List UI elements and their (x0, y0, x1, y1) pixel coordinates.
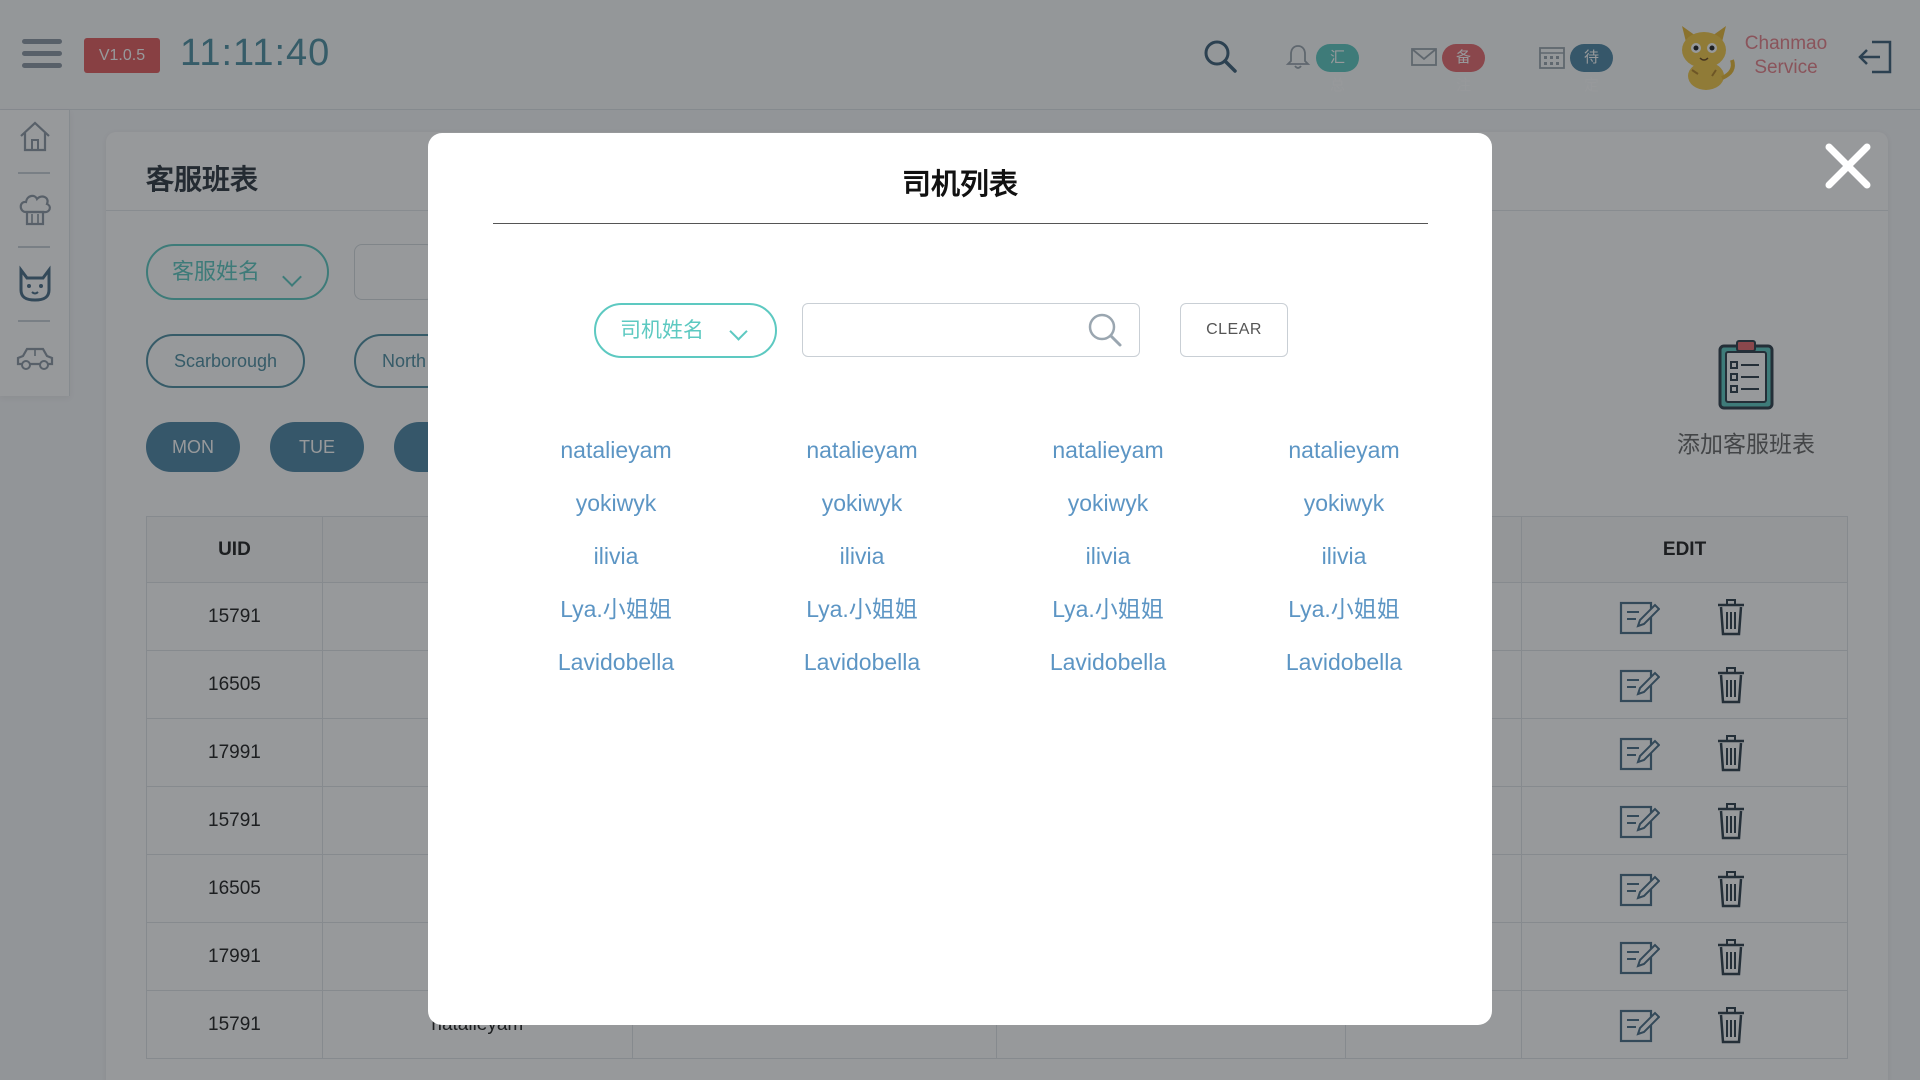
driver-list-item[interactable]: natalieyam (1226, 429, 1462, 472)
driver-list-item[interactable]: Lya.小姐姐 (1226, 588, 1462, 631)
driver-list-item[interactable]: Lavidobella (1226, 641, 1462, 684)
driver-list-item[interactable]: Lya.小姐姐 (990, 588, 1226, 631)
chevron-down-icon (729, 322, 748, 341)
driver-list-item[interactable]: natalieyam (734, 429, 990, 472)
clear-button[interactable]: CLEAR (1180, 303, 1288, 357)
driver-list-item[interactable]: ilivia (990, 535, 1226, 578)
driver-list-item[interactable]: yokiwyk (498, 482, 734, 525)
driver-list-item[interactable]: yokiwyk (1226, 482, 1462, 525)
driver-list-modal: 司机列表 司机姓名 CLEAR natalieyam natalieyam nata… (428, 133, 1492, 1025)
search-icon[interactable] (1087, 312, 1123, 348)
driver-list-item[interactable]: ilivia (1226, 535, 1462, 578)
modal-title-divider (493, 223, 1428, 224)
modal-title: 司机列表 (901, 169, 1018, 201)
driver-list-item[interactable]: Lavidobella (498, 641, 734, 684)
driver-list: natalieyam natalieyam natalieyam natalieyam… (498, 429, 1438, 684)
driver-list-item[interactable]: ilivia (734, 535, 990, 578)
driver-list-item[interactable]: Lya.小姐姐 (498, 588, 734, 631)
driver-list-item[interactable]: yokiwyk (734, 482, 990, 525)
driver-list-item[interactable]: yokiwyk (990, 482, 1226, 525)
driver-list-item[interactable]: natalieyam (498, 429, 734, 472)
driver-list-item[interactable]: ilivia (498, 535, 734, 578)
driver-name-dropdown[interactable]: 司机姓名 (594, 303, 777, 358)
driver-list-item[interactable]: Lya.小姐姐 (734, 588, 990, 631)
driver-search-box (802, 303, 1140, 357)
driver-list-item[interactable]: Lavidobella (990, 641, 1226, 684)
driver-list-item[interactable]: natalieyam (990, 429, 1226, 472)
close-icon[interactable] (1823, 141, 1873, 191)
driver-search-input[interactable] (803, 304, 1073, 356)
driver-list-item[interactable]: Lavidobella (734, 641, 990, 684)
